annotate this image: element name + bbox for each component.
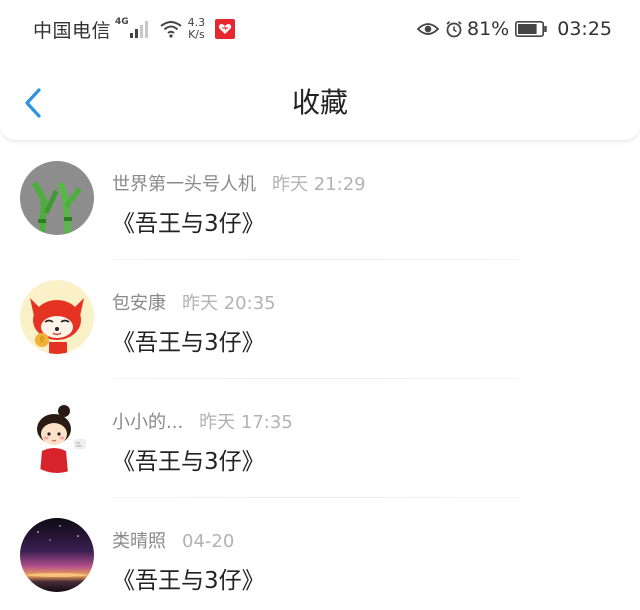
user-name[interactable]: 世界第一头号人机 (112, 174, 256, 195)
user-name[interactable]: 类晴照 (112, 531, 166, 552)
avatar[interactable] (20, 399, 94, 473)
avatar[interactable] (20, 518, 94, 592)
favorites-list: 世界第一头号人机 昨天 21:29 《吾王与3仔》 包安康 昨天 20:35 《… (0, 141, 640, 610)
avatar[interactable] (20, 161, 94, 235)
speed-unit: K/s (188, 28, 205, 41)
status-right: 81% 03:25 (417, 16, 612, 42)
battery-percent: 81% (467, 18, 510, 40)
avatar[interactable] (20, 280, 94, 354)
timestamp: 昨天 17:35 (199, 412, 293, 433)
signal-icon (129, 20, 148, 38)
screen: 中国电信 4G 4.3 K/s 81% 03:25 收藏 世界第一头号人机 昨天… (0, 0, 640, 610)
timestamp: 昨天 21:29 (272, 174, 366, 195)
list-item[interactable]: 世界第一头号人机 昨天 21:29 《吾王与3仔》 (0, 141, 640, 260)
network-type: 4G (115, 17, 129, 27)
status-time: 03:25 (557, 18, 612, 40)
nav-header: 收藏 (0, 60, 640, 141)
timestamp: 昨天 20:35 (182, 293, 276, 314)
carrier-name: 中国电信 (33, 19, 112, 42)
status-bar: 中国电信 4G 4.3 K/s 81% 03:25 (0, 0, 640, 60)
item-content[interactable]: 《吾王与3仔》 (112, 442, 265, 476)
status-left: 中国电信 4G 4.3 K/s (33, 16, 236, 42)
page-title: 收藏 (291, 86, 348, 119)
item-meta: 世界第一头号人机 昨天 21:29 (112, 170, 366, 196)
item-meta: 小小的... 昨天 17:35 (112, 408, 293, 434)
user-name[interactable]: 包安康 (112, 293, 166, 314)
battery-icon (515, 21, 547, 37)
timestamp: 04-20 (182, 531, 235, 552)
list-item[interactable]: 类晴照 04-20 《吾王与3仔》 (0, 498, 640, 610)
eye-comfort-icon (417, 23, 439, 35)
wifi-icon (160, 21, 182, 38)
item-content[interactable]: 《吾王与3仔》 (112, 561, 265, 595)
user-name[interactable]: 小小的... (112, 412, 183, 433)
item-content[interactable]: 《吾王与3仔》 (112, 204, 265, 238)
item-meta: 包安康 昨天 20:35 (112, 289, 276, 315)
alarm-icon (446, 21, 462, 38)
list-item[interactable]: 包安康 昨天 20:35 《吾王与3仔》 (0, 260, 640, 379)
app-notification-icon (215, 19, 236, 39)
item-content[interactable]: 《吾王与3仔》 (112, 323, 265, 357)
network-speed: 4.3 K/s (188, 17, 206, 41)
list-item[interactable]: 小小的... 昨天 17:35 《吾王与3仔》 (0, 379, 640, 498)
item-meta: 类晴照 04-20 (112, 527, 234, 553)
